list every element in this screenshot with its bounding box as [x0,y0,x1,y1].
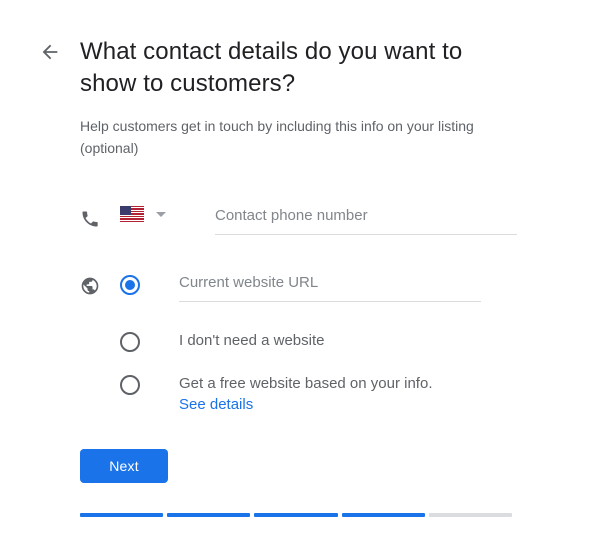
free-website-label-group: Get a free website based on your info. S… [179,373,489,416]
radio-no-website[interactable] [120,332,140,352]
page-title: What contact details do you want to show… [80,38,463,97]
radio-free-website[interactable] [120,375,140,395]
website-url-row [80,273,481,302]
progress-segment [80,513,164,517]
progress-segment [341,513,425,517]
page-subtitle: Help customers get in touch by including… [80,118,474,156]
next-button[interactable]: Next [80,449,168,483]
radio-current-website[interactable] [120,275,140,295]
phone-input[interactable] [215,206,517,235]
country-selector[interactable] [120,206,176,222]
progress-segment [428,513,513,517]
us-flag-icon [120,206,144,222]
website-url-input[interactable] [179,273,481,302]
phone-icon [80,206,106,232]
phone-row [80,206,517,235]
arrow-back-icon [42,44,58,60]
progress-segment [254,513,338,517]
globe-icon [80,273,106,299]
progress-segment [167,513,251,517]
free-website-row[interactable]: Get a free website based on your info. S… [80,373,489,416]
back-button[interactable] [34,36,66,68]
chevron-down-icon [156,211,166,217]
free-website-label: Get a free website based on your info. [179,375,433,392]
no-website-row[interactable]: I don't need a website [80,330,489,352]
progress-bar [80,513,513,517]
page-header: What contact details do you want to show… [0,36,598,100]
see-details-link[interactable]: See details [179,394,253,416]
no-website-label: I don't need a website [179,332,325,349]
